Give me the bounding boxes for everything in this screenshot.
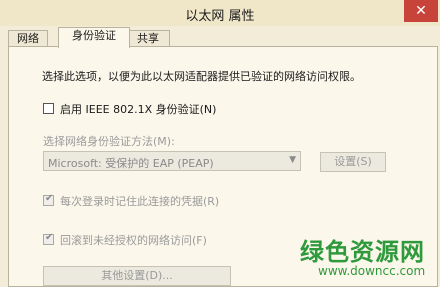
fallback-unauthorized-checkbox[interactable]: ✔ bbox=[43, 232, 54, 245]
auth-method-select[interactable]: Microsoft: 受保护的 EAP (PEAP) ▼ bbox=[43, 151, 301, 171]
close-icon: ✕ bbox=[415, 3, 427, 19]
window-title: 以太网 属性 bbox=[185, 9, 255, 24]
enable-8021x-label: 启用 IEEE 802.1X 身份验证(N) bbox=[60, 103, 217, 116]
auth-description: 选择此选项，以便为此以太网适配器提供已验证的网络访问权限。 bbox=[42, 70, 361, 83]
checkmark-icon: ✔ bbox=[45, 193, 54, 204]
title-bar: 以太网 属性 ✕ bbox=[0, 0, 440, 26]
tab-authentication[interactable]: 身份验证 bbox=[58, 27, 130, 48]
watermark-url: www.downcc.com bbox=[318, 264, 426, 278]
settings-button[interactable]: 设置(S) bbox=[320, 152, 386, 172]
fallback-unauthorized-label: 回滚到未经授权的网络访问(F) bbox=[60, 234, 207, 247]
enable-8021x-checkbox[interactable] bbox=[43, 103, 54, 114]
tab-networking[interactable]: 网络 bbox=[8, 30, 48, 47]
remember-credentials-label: 每次登录时记住此连接的凭据(R) bbox=[60, 195, 220, 208]
tab-strip: 网络 身份验证 共享 bbox=[8, 27, 438, 48]
remember-credentials-checkbox[interactable]: ✔ bbox=[43, 193, 54, 206]
watermark-title: 绿色资源网 bbox=[300, 238, 425, 266]
auth-method-value: Microsoft: 受保护的 EAP (PEAP) bbox=[48, 157, 214, 170]
close-button[interactable]: ✕ bbox=[404, 0, 438, 22]
chevron-down-icon: ▼ bbox=[289, 155, 296, 165]
other-settings-button[interactable]: 其他设置(D)... bbox=[43, 266, 231, 286]
auth-method-label: 选择网络身份验证方法(M): bbox=[43, 135, 175, 148]
checkmark-icon: ✔ bbox=[45, 232, 54, 243]
tab-sharing[interactable]: 共享 bbox=[126, 30, 170, 47]
